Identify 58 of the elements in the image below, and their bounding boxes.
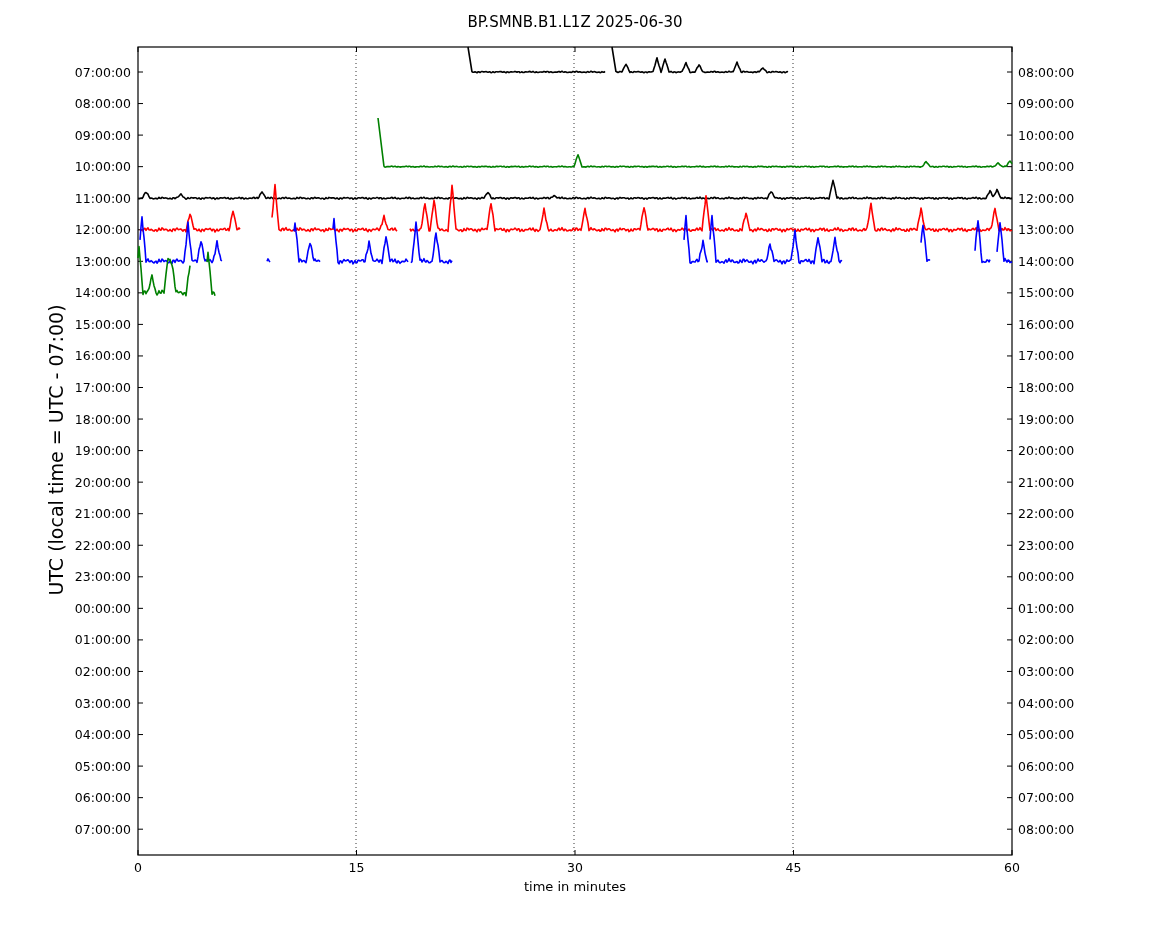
chart-title: BP.SMNB.B1.L1Z 2025-06-30: [467, 13, 683, 31]
y-tick-label: 17:00:00: [1018, 348, 1075, 364]
x-tick-label: 15: [348, 860, 365, 875]
y-tick-label: 13:00:00: [1018, 222, 1075, 238]
y-tick-label: 15:00:00: [1018, 285, 1075, 301]
y-tick-label: 15:00:00: [74, 316, 131, 332]
y-tick-label: 11:00:00: [74, 190, 131, 206]
y-tick-label: 16:00:00: [74, 348, 131, 364]
y-tick-label: 18:00:00: [1018, 380, 1075, 395]
y-tick-label: 12:00:00: [74, 222, 131, 238]
y-tick-label: 01:00:00: [74, 632, 131, 648]
y-tick-label: 07:00:00: [1018, 790, 1075, 806]
y-tick-label: 07:00:00: [74, 64, 131, 80]
x-tick-label: 60: [1004, 860, 1020, 875]
x-axis-label: time in minutes: [523, 879, 627, 894]
y-tick-label: 01:00:00: [1018, 600, 1075, 616]
y-tick-label: 16:00:00: [1018, 316, 1075, 332]
y-tick-label: 21:00:00: [1018, 474, 1075, 490]
y-tick-label: 21:00:00: [74, 506, 131, 522]
y-tick-label: 10:00:00: [1018, 127, 1075, 143]
y-tick-label: 10:00:00: [74, 159, 131, 175]
y-tick-label: 19:00:00: [1018, 411, 1075, 427]
y-tick-label: 20:00:00: [74, 474, 131, 490]
y-tick-label: 14:00:00: [1018, 253, 1075, 269]
y-tick-label: 04:00:00: [1018, 695, 1075, 711]
y-tick-label: 02:00:00: [74, 663, 131, 679]
y-tick-label: 05:00:00: [1018, 727, 1075, 743]
y-axis-label: UTC (local time = UTC - 07:00): [45, 304, 67, 596]
y-tick-label: 08:00:00: [1018, 64, 1075, 80]
y-tick-label: 17:00:00: [74, 380, 131, 395]
y-tick-label: 08:00:00: [1018, 821, 1075, 837]
y-tick-label: 22:00:00: [1018, 506, 1075, 522]
y-tick-label: 09:00:00: [1018, 96, 1075, 112]
y-tick-label: 00:00:00: [74, 600, 131, 616]
y-tick-label: 03:00:00: [74, 695, 131, 711]
y-tick-label: 06:00:00: [74, 790, 131, 806]
y-tick-label: 05:00:00: [74, 758, 131, 774]
y-tick-label: 12:00:00: [1018, 190, 1075, 206]
y-tick-label: 00:00:00: [1018, 569, 1075, 585]
x-tick-label: 30: [567, 860, 583, 875]
y-tick-label: 09:00:00: [74, 127, 131, 143]
y-tick-label: 23:00:00: [74, 569, 131, 585]
y-tick-label: 06:00:00: [1018, 758, 1075, 774]
y-tick-label: 02:00:00: [1018, 632, 1075, 648]
y-tick-label: 04:00:00: [74, 727, 131, 743]
x-tick-label: 45: [785, 860, 802, 875]
y-tick-label: 14:00:00: [74, 285, 131, 301]
y-tick-label: 19:00:00: [74, 443, 131, 459]
y-tick-label: 22:00:00: [74, 537, 131, 553]
y-tick-label: 20:00:00: [1018, 443, 1075, 459]
y-tick-label: 11:00:00: [1018, 159, 1075, 175]
y-tick-label: 13:00:00: [74, 253, 131, 269]
y-tick-label: 07:00:00: [74, 821, 131, 837]
y-tick-label: 18:00:00: [74, 411, 131, 427]
x-tick-label: 0: [134, 860, 142, 875]
y-tick-label: 08:00:00: [74, 96, 131, 112]
y-tick-label: 23:00:00: [1018, 537, 1075, 553]
y-tick-label: 03:00:00: [1018, 663, 1075, 679]
